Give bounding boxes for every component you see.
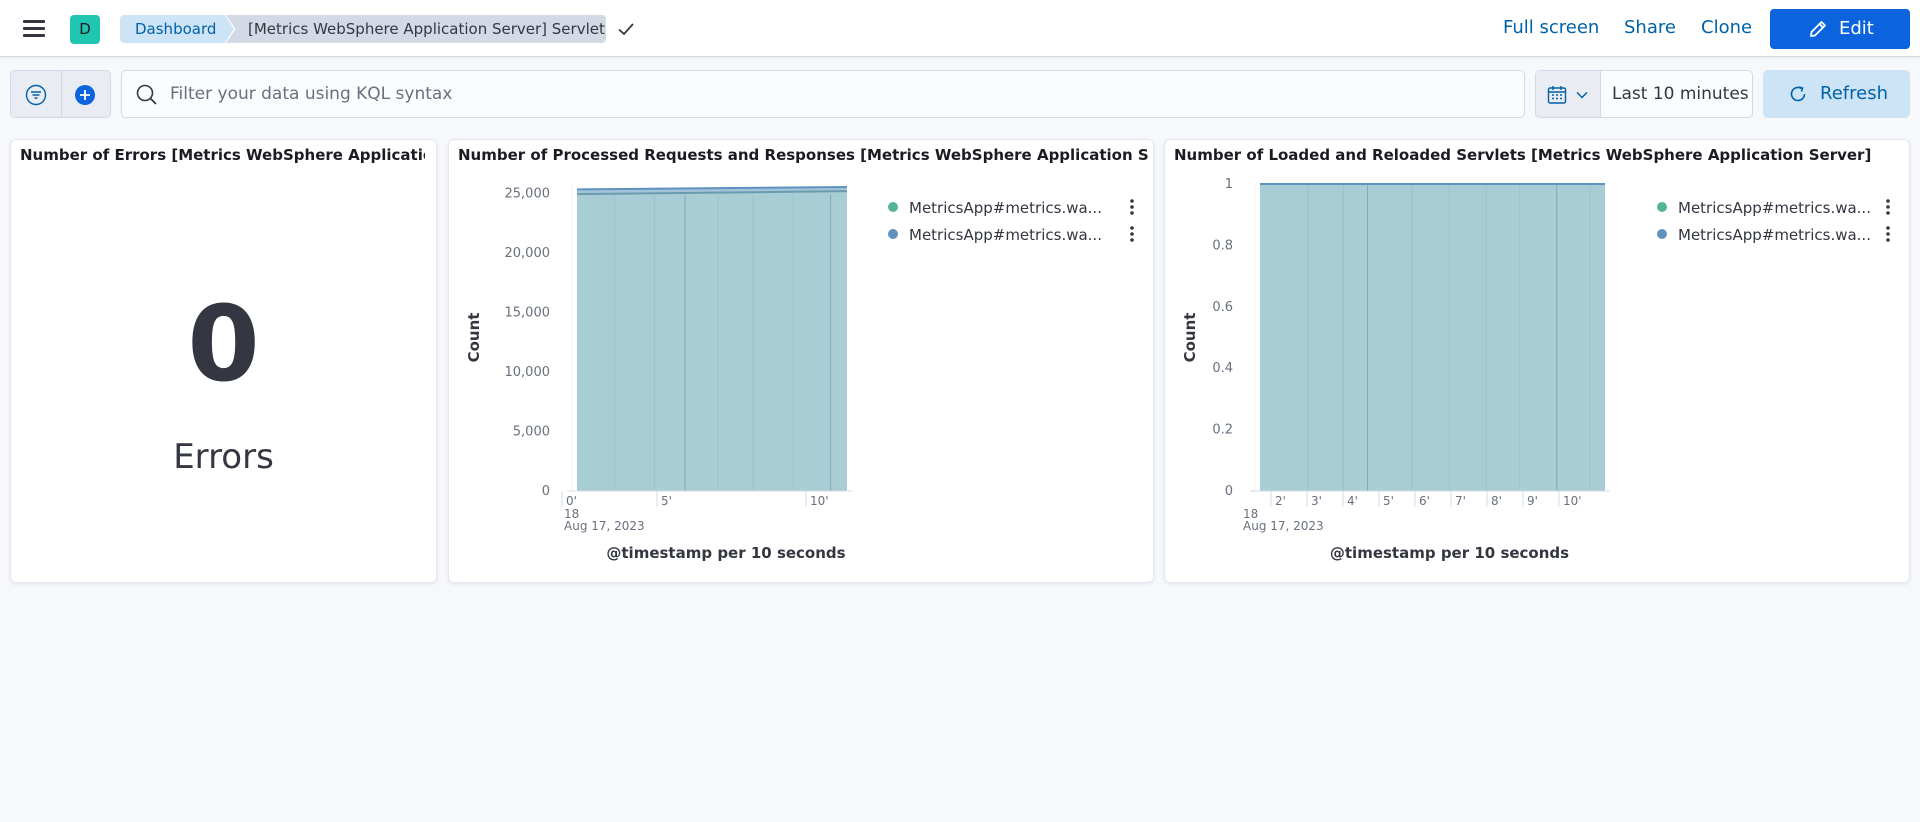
kql-search-input[interactable] <box>170 75 1510 113</box>
x-axis-title: @timestamp per 10 seconds <box>1330 544 1569 562</box>
legend-swatch <box>888 229 898 239</box>
y-tick-label: 5,000 <box>513 425 550 440</box>
date-picker: Last 10 minutes <box>1535 70 1753 118</box>
requests-chart: 05,00010,00015,00020,00025,0000' 5' 10'18A… <box>465 184 1134 562</box>
full-screen-link[interactable]: Full screen <box>1503 17 1599 38</box>
x-tick-label: 2' <box>1275 494 1286 508</box>
x-tick-label: 0' <box>566 494 577 508</box>
legend-options-icon <box>1886 211 1890 215</box>
legend-swatch <box>888 202 898 212</box>
filter-controls <box>10 70 111 118</box>
refresh-button[interactable]: Refresh <box>1763 70 1910 118</box>
x-tick-label: 8' <box>1491 494 1502 508</box>
requests-panel: Number of Processed Requests and Respons… <box>448 139 1154 583</box>
y-axis-title: Count <box>465 313 483 363</box>
breadcrumb-current: [Metrics WebSphere Application Server] S… <box>226 15 606 43</box>
y-tick-label: 0 <box>1225 484 1233 499</box>
add-filter-icon[interactable] <box>74 84 96 106</box>
x-tick-label: 10' <box>1563 494 1582 508</box>
check-icon[interactable] <box>615 18 637 40</box>
pencil-icon <box>1810 21 1826 37</box>
errors-panel: Number of Errors [Metrics WebSphere Appl… <box>10 139 437 583</box>
legend-options-icon <box>1130 199 1134 203</box>
menu-icon[interactable] <box>20 17 50 41</box>
y-tick-label: 0.2 <box>1212 423 1233 438</box>
edit-button[interactable]: Edit <box>1770 9 1910 49</box>
servlets-panel: Number of Loaded and Reloaded Servlets [… <box>1164 139 1910 583</box>
panel-title: Number of Errors [Metrics WebSphere Appl… <box>20 146 425 164</box>
x-tick-label: 6' <box>1419 494 1430 508</box>
x-axis-title: @timestamp per 10 seconds <box>606 544 845 562</box>
quick-menu-button[interactable] <box>1536 71 1601 117</box>
y-axis-title: Count <box>1181 313 1199 363</box>
legend-options-icon <box>1130 205 1134 209</box>
edit-label: Edit <box>1839 18 1874 39</box>
legend-options-icon <box>1130 226 1134 230</box>
x-date-label: Aug 17, 2023 <box>1243 519 1324 533</box>
x-tick-label: 4' <box>1347 494 1358 508</box>
metric-value: 0 <box>187 283 260 405</box>
legend-label: MetricsApp#metrics.wa... <box>909 226 1102 244</box>
legend-label: MetricsApp#metrics.wa... <box>909 199 1102 217</box>
y-tick-label: 25,000 <box>505 187 551 202</box>
search-icon <box>136 84 157 105</box>
refresh-label: Refresh <box>1820 83 1888 104</box>
x-tick-label: 3' <box>1311 494 1322 508</box>
refresh-icon <box>1790 86 1806 102</box>
metric-label: Errors <box>173 437 274 477</box>
legend-label: MetricsApp#metrics.wa... <box>1678 199 1871 217</box>
legend-options-icon <box>1886 205 1890 209</box>
legend-options-icon <box>1886 238 1890 242</box>
clone-link[interactable]: Clone <box>1701 17 1752 38</box>
legend-label: MetricsApp#metrics.wa... <box>1678 226 1871 244</box>
servlets-chart: 00.20.40.60.812' 3' 4' 5' 6' 7' 8' 9' 10'18Aug 1… <box>1181 177 1890 562</box>
x-tick-label: 5' <box>1383 494 1394 508</box>
y-tick-label: 0 <box>542 484 550 499</box>
x-tick-label: 7' <box>1455 494 1466 508</box>
y-tick-label: 0.4 <box>1212 361 1233 376</box>
y-tick-label: 0.6 <box>1212 300 1233 315</box>
share-link[interactable]: Share <box>1624 17 1676 38</box>
calendar-icon <box>1547 86 1567 104</box>
legend-options-icon <box>1886 232 1890 236</box>
y-tick-label: 10,000 <box>505 365 551 380</box>
legend-options-icon <box>1886 226 1890 230</box>
top-header: D Dashboard [Metrics WebSphere Applicati… <box>0 0 1920 57</box>
x-tick-label: 5' <box>661 494 672 508</box>
breadcrumb-dashboard[interactable]: Dashboard <box>120 15 234 43</box>
legend-swatch <box>1657 229 1667 239</box>
series-area-1 <box>577 191 847 491</box>
legend-options-icon <box>1130 238 1134 242</box>
y-tick-label: 1 <box>1225 177 1233 192</box>
date-range-text[interactable]: Last 10 minutes <box>1612 84 1749 104</box>
x-date-label: Aug 17, 2023 <box>564 519 645 533</box>
series-area-1 <box>1260 184 1605 491</box>
y-tick-label: 0.8 <box>1212 238 1233 253</box>
y-tick-label: 20,000 <box>505 246 551 261</box>
legend-options-icon <box>1130 232 1134 236</box>
x-tick-label: 10' <box>810 494 829 508</box>
space-avatar[interactable]: D <box>70 15 100 44</box>
y-tick-label: 15,000 <box>505 306 551 321</box>
filter-icon[interactable] <box>25 84 47 106</box>
kql-search-box <box>121 70 1525 118</box>
chevron-down-icon <box>1576 91 1588 99</box>
legend-options-icon <box>1886 199 1890 203</box>
legend-options-icon <box>1130 211 1134 215</box>
x-tick-label: 9' <box>1527 494 1538 508</box>
legend-swatch <box>1657 202 1667 212</box>
